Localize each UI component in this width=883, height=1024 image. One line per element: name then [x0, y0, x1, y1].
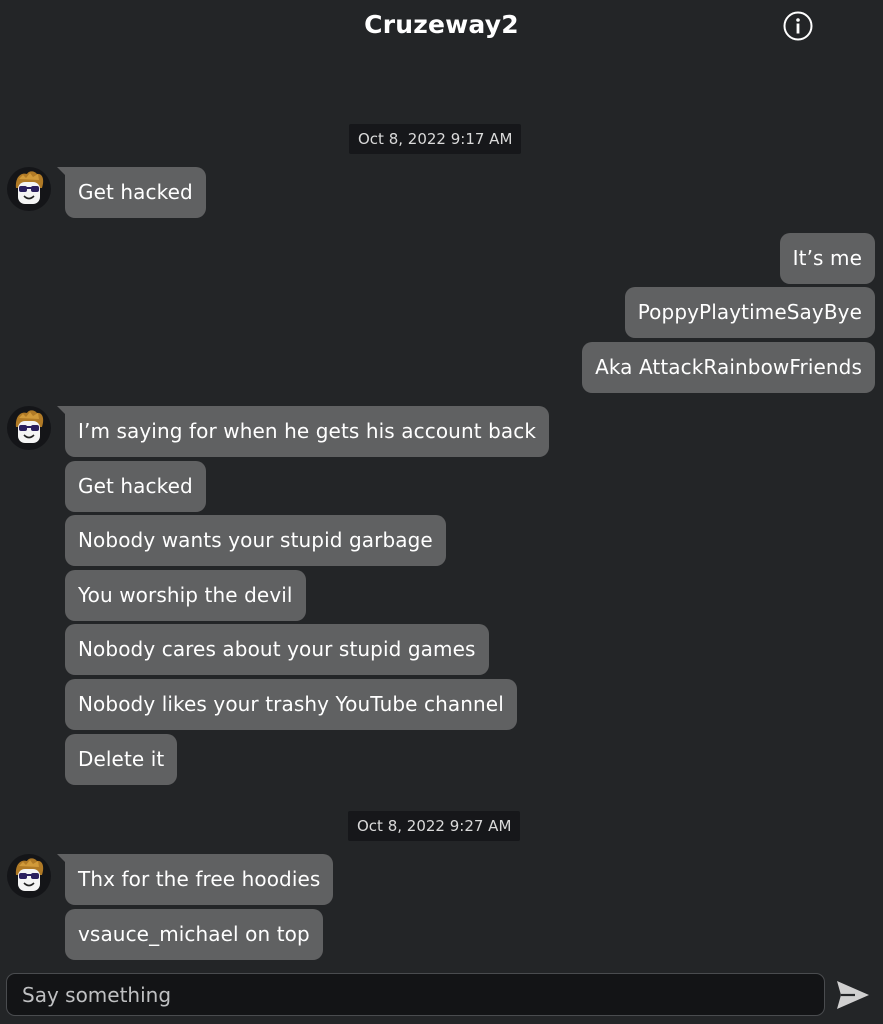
incoming-message-bubble: Nobody cares about your stupid games [65, 624, 489, 675]
outgoing-message-bubble: PoppyPlaytimeSayBye [624, 287, 875, 338]
info-circle-icon[interactable] [783, 11, 813, 41]
sender-avatar[interactable] [6, 853, 52, 899]
outgoing-message-bubble: It’s me [779, 233, 875, 284]
sender-avatar[interactable] [6, 405, 52, 451]
send-arrow-icon[interactable] [835, 978, 871, 1012]
incoming-message-bubble: You worship the devil [65, 570, 306, 621]
chat-header: Cruzeway2 [0, 0, 883, 56]
incoming-message-bubble: Get hacked [65, 461, 206, 512]
message-input[interactable] [7, 974, 824, 1015]
incoming-message-bubble: Nobody wants your stupid garbage [65, 515, 446, 566]
outgoing-message-bubble: Aka AttackRainbowFriends [582, 342, 875, 393]
message-timestamp: Oct 8, 2022 9:17 AM [349, 124, 522, 154]
incoming-message-bubble: Nobody likes your trashy YouTube channel [65, 679, 517, 730]
incoming-message-bubble: I’m saying for when he gets his account … [56, 406, 550, 457]
incoming-message-bubble: Delete it [65, 734, 178, 785]
sender-avatar[interactable] [6, 166, 52, 212]
incoming-message-bubble: Thx for the free hoodies [56, 854, 334, 905]
message-composer [6, 973, 825, 1016]
incoming-message-bubble: vsauce_michael on top [65, 909, 323, 960]
message-timestamp: Oct 8, 2022 9:27 AM [348, 811, 521, 841]
incoming-message-bubble: Get hacked [57, 167, 206, 218]
chat-title: Cruzeway2 [364, 10, 519, 39]
